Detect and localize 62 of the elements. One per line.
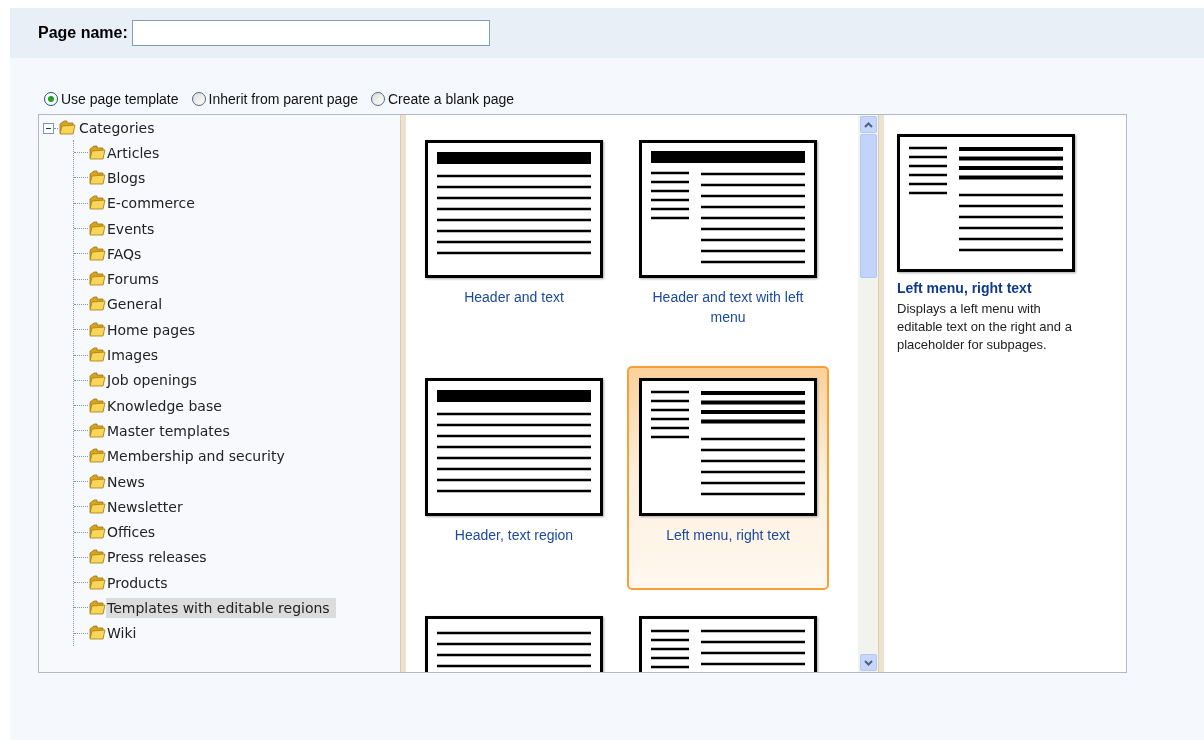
tree-item[interactable]: Press releases bbox=[106, 547, 213, 568]
template-card[interactable]: Header and text bbox=[413, 128, 615, 352]
folder-icon bbox=[88, 422, 106, 439]
folder-icon bbox=[88, 245, 106, 262]
tree-item[interactable]: News bbox=[106, 471, 151, 492]
folder-icon bbox=[88, 347, 106, 363]
page-name-field[interactable] bbox=[131, 20, 490, 46]
template-label: Header and text bbox=[463, 288, 565, 307]
tree-item[interactable]: Articles bbox=[106, 142, 166, 163]
folder-icon bbox=[88, 296, 106, 313]
tree-item[interactable]: E-commerce bbox=[106, 193, 201, 214]
tree-item[interactable]: Knowledge base bbox=[106, 395, 228, 416]
folder-icon bbox=[88, 524, 106, 541]
tree-item[interactable]: Events bbox=[106, 218, 161, 239]
folder-icon bbox=[88, 397, 106, 414]
template-label: Header and text with left menu bbox=[651, 288, 805, 327]
tree-item[interactable]: Categories bbox=[78, 117, 156, 139]
tree-item[interactable]: Membership and security bbox=[106, 446, 291, 467]
folder-icon bbox=[88, 448, 106, 465]
folder-icon bbox=[88, 271, 106, 288]
folder-icon bbox=[88, 625, 106, 642]
tree-item[interactable]: Forums bbox=[106, 269, 165, 290]
template-card[interactable]: Header, text region bbox=[413, 366, 615, 590]
template-card[interactable]: Header and text with left menu bbox=[627, 128, 829, 352]
folder-icon bbox=[88, 195, 106, 212]
folder-icon bbox=[88, 372, 106, 389]
template-label: Header, text region bbox=[453, 526, 575, 545]
page-name-label: Page name: bbox=[38, 23, 128, 43]
template-label: Left menu, right text bbox=[665, 526, 791, 545]
tree-item[interactable]: Home pages bbox=[106, 319, 202, 340]
folder-icon bbox=[58, 120, 76, 136]
tree-item[interactable]: Blogs bbox=[106, 167, 152, 188]
folder-icon bbox=[88, 498, 106, 515]
radio-label[interactable]: Use page template bbox=[61, 88, 179, 110]
tree-item[interactable]: Newsletter bbox=[106, 496, 189, 517]
folder-icon bbox=[88, 169, 106, 186]
template-card[interactable]: Left menu, right text bbox=[627, 366, 829, 590]
preview-description: Displays a left menu with editable text on the right and a placeholder for subpages. bbox=[897, 300, 1073, 354]
folder-icon bbox=[88, 574, 106, 591]
radio-label[interactable]: Create a blank page bbox=[387, 88, 515, 110]
folder-icon bbox=[88, 600, 106, 616]
tree-item[interactable]: Images bbox=[106, 345, 165, 365]
tree-item[interactable]: Master templates bbox=[106, 420, 236, 441]
tree-item[interactable]: Products bbox=[106, 572, 174, 593]
scroll-thumb[interactable] bbox=[859, 134, 877, 278]
radio-label[interactable]: Inherit from parent page bbox=[208, 88, 358, 110]
tree-item[interactable]: Templates with editable regions bbox=[106, 598, 336, 618]
tree-item[interactable]: Offices bbox=[106, 522, 162, 543]
tree-item[interactable]: General bbox=[106, 294, 169, 315]
scroll-up-icon[interactable] bbox=[863, 121, 873, 128]
folder-icon bbox=[88, 321, 106, 338]
folder-icon bbox=[88, 473, 106, 490]
tree-item[interactable]: Job openings bbox=[106, 370, 203, 391]
preview-title: Left menu, right text bbox=[897, 279, 1033, 298]
scrollbar[interactable] bbox=[858, 115, 878, 672]
tree-item[interactable]: FAQs bbox=[106, 243, 148, 264]
tree-item[interactable]: Wiki bbox=[106, 623, 143, 644]
scroll-down-icon[interactable] bbox=[863, 659, 873, 666]
folder-icon bbox=[88, 220, 106, 237]
collapse-icon[interactable] bbox=[43, 122, 54, 134]
folder-icon bbox=[88, 144, 106, 161]
folder-icon bbox=[88, 549, 106, 566]
